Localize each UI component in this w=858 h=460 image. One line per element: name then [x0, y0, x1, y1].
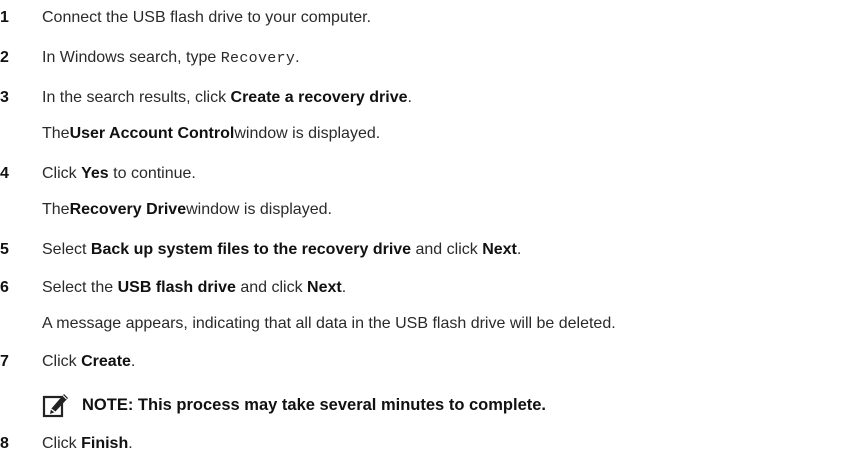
- step-number: 3: [0, 89, 9, 106]
- ui-term-usb-flash-drive: USB flash drive: [117, 279, 236, 296]
- step-text-middle: and click: [411, 241, 483, 258]
- step-number: 6: [0, 279, 9, 296]
- step-text-prefix: In the search results, click: [42, 89, 231, 106]
- step-number: 4: [0, 165, 9, 182]
- step-text-suffix: .: [341, 279, 347, 296]
- step-number: 1: [0, 9, 9, 26]
- result-prefix: The: [42, 201, 70, 218]
- step-8: 8 Click Finish.: [0, 432, 133, 456]
- step-text-suffix: .: [130, 353, 136, 370]
- step-5: 5 Select Back up system files to the rec…: [0, 238, 521, 262]
- ui-term-yes: Yes: [81, 165, 109, 182]
- result-suffix: window is displayed.: [234, 125, 381, 142]
- result-text: A message appears, indicating that all d…: [42, 315, 616, 332]
- step-2: 2 In Windows search, type Recovery.: [0, 46, 300, 70]
- ui-term-create-recovery-drive: Create a recovery drive: [230, 89, 408, 106]
- step-text-suffix: .: [407, 89, 412, 106]
- step-text-prefix: In Windows search, type: [42, 49, 221, 66]
- step-6-result: A message appears, indicating that all d…: [42, 312, 616, 336]
- step-text-middle: and click: [235, 279, 308, 296]
- result-prefix: The: [42, 125, 70, 142]
- step-text: Click Yes to continue.: [42, 165, 196, 183]
- step-text: Connect the USB flash drive to your comp…: [42, 9, 372, 26]
- procedure-document: 1 Connect the USB flash drive to your co…: [0, 0, 858, 460]
- step-text: Select Back up system files to the recov…: [42, 241, 521, 259]
- result-suffix: window is displayed.: [186, 201, 332, 218]
- step-text-suffix: .: [516, 241, 522, 258]
- ui-term-user-account-control: User Account Control: [69, 125, 235, 142]
- step-text-prefix: Click: [42, 435, 82, 452]
- step-text-prefix: Click: [42, 353, 82, 370]
- step-number: 5: [0, 241, 9, 258]
- note-callout: NOTE: This process may take several minu…: [42, 390, 546, 420]
- ui-term-finish: Finish: [81, 435, 129, 452]
- step-1: 1 Connect the USB flash drive to your co…: [0, 6, 371, 30]
- ui-term-next: Next: [307, 279, 342, 296]
- ui-term-back-up-system-files: Back up system files to the recovery dri…: [90, 241, 412, 258]
- step-number: 7: [0, 353, 9, 370]
- step-7: 7 Click Create.: [0, 350, 135, 374]
- step-text-prefix: Click: [42, 165, 82, 182]
- code-recovery: Recovery: [220, 50, 296, 67]
- step-4-result: The Recovery Drive window is displayed.: [42, 198, 332, 222]
- step-text: In the search results, click Create a re…: [42, 89, 412, 107]
- step-number: 8: [0, 435, 9, 452]
- pencil-note-icon: [42, 394, 68, 418]
- ui-term-next: Next: [482, 241, 517, 258]
- step-text-prefix: Select: [42, 241, 91, 258]
- step-3-result: The User Account Control window is displ…: [42, 122, 380, 146]
- step-number: 2: [0, 49, 9, 66]
- ui-term-recovery-drive: Recovery Drive: [69, 201, 187, 218]
- step-3: 3 In the search results, click Create a …: [0, 86, 412, 110]
- step-text: Select the USB flash drive and click Nex…: [42, 279, 346, 297]
- step-text-suffix: to continue.: [108, 165, 196, 182]
- step-text: Click Create.: [42, 353, 135, 371]
- ui-term-create: Create: [81, 353, 131, 370]
- step-text: In Windows search, type Recovery.: [42, 49, 300, 67]
- step-4: 4 Click Yes to continue.: [0, 162, 196, 186]
- step-text-suffix: .: [295, 49, 300, 66]
- step-6: 6 Select the USB flash drive and click N…: [0, 276, 346, 300]
- step-text-prefix: Select the: [42, 279, 118, 296]
- step-text: Click Finish.: [42, 435, 133, 453]
- note-text: NOTE: This process may take several minu…: [82, 395, 546, 414]
- step-text-suffix: .: [128, 435, 133, 452]
